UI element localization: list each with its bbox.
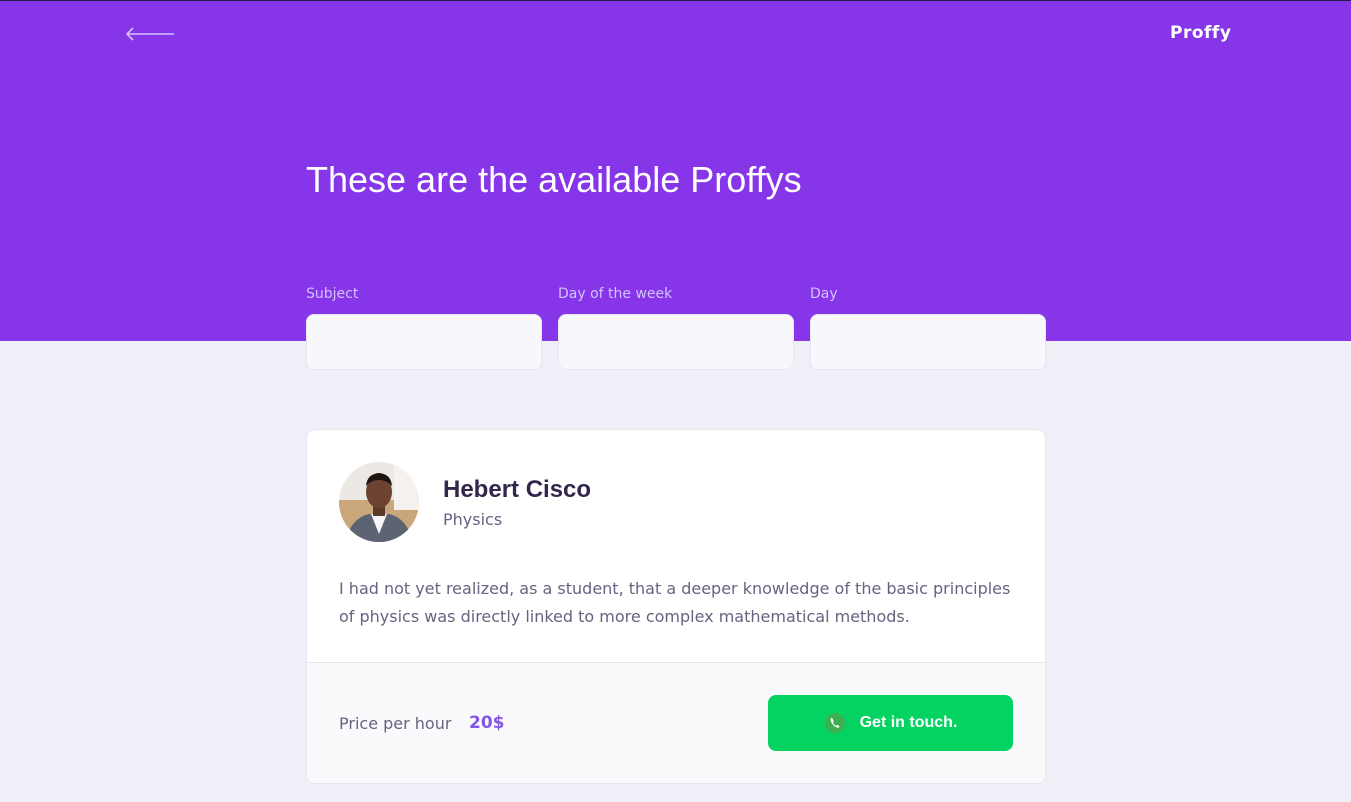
teacher-subject: Physics (443, 510, 503, 529)
search-filters: Subject Day of the week Day (306, 285, 1046, 370)
get-in-touch-button[interactable]: Get in touch. (768, 695, 1013, 751)
contact-button-label: Get in touch. (859, 714, 958, 731)
teacher-name: Hebert Cisco (443, 476, 592, 503)
avatar (339, 462, 419, 542)
price-value: 20$ (469, 713, 505, 733)
subject-select[interactable] (306, 314, 542, 370)
day-filter: Day (810, 285, 1046, 370)
page-title: These are the available Proffys (306, 159, 802, 200)
teacher-card: Hebert Cisco Physics I had not yet reali… (306, 429, 1046, 784)
arrow-left-icon (125, 27, 174, 41)
card-footer: Price per hour 20$ Get in touch. (307, 662, 1045, 783)
back-button[interactable] (124, 23, 178, 45)
week-day-label: Day of the week (558, 286, 673, 302)
subject-label: Subject (306, 286, 359, 302)
day-label: Day (810, 286, 838, 302)
proffy-logo[interactable]: Proffy (1170, 23, 1231, 43)
day-input[interactable] (810, 314, 1046, 370)
week-day-select[interactable] (558, 314, 794, 370)
page-header: Proffy These are the available Proffys S… (0, 1, 1351, 370)
teacher-bio: I had not yet realized, as a student, th… (339, 579, 1011, 626)
subject-filter: Subject (306, 285, 542, 370)
whatsapp-icon (824, 713, 845, 733)
price-label: Price per hour (339, 714, 452, 733)
week-day-filter: Day of the week (558, 285, 794, 370)
